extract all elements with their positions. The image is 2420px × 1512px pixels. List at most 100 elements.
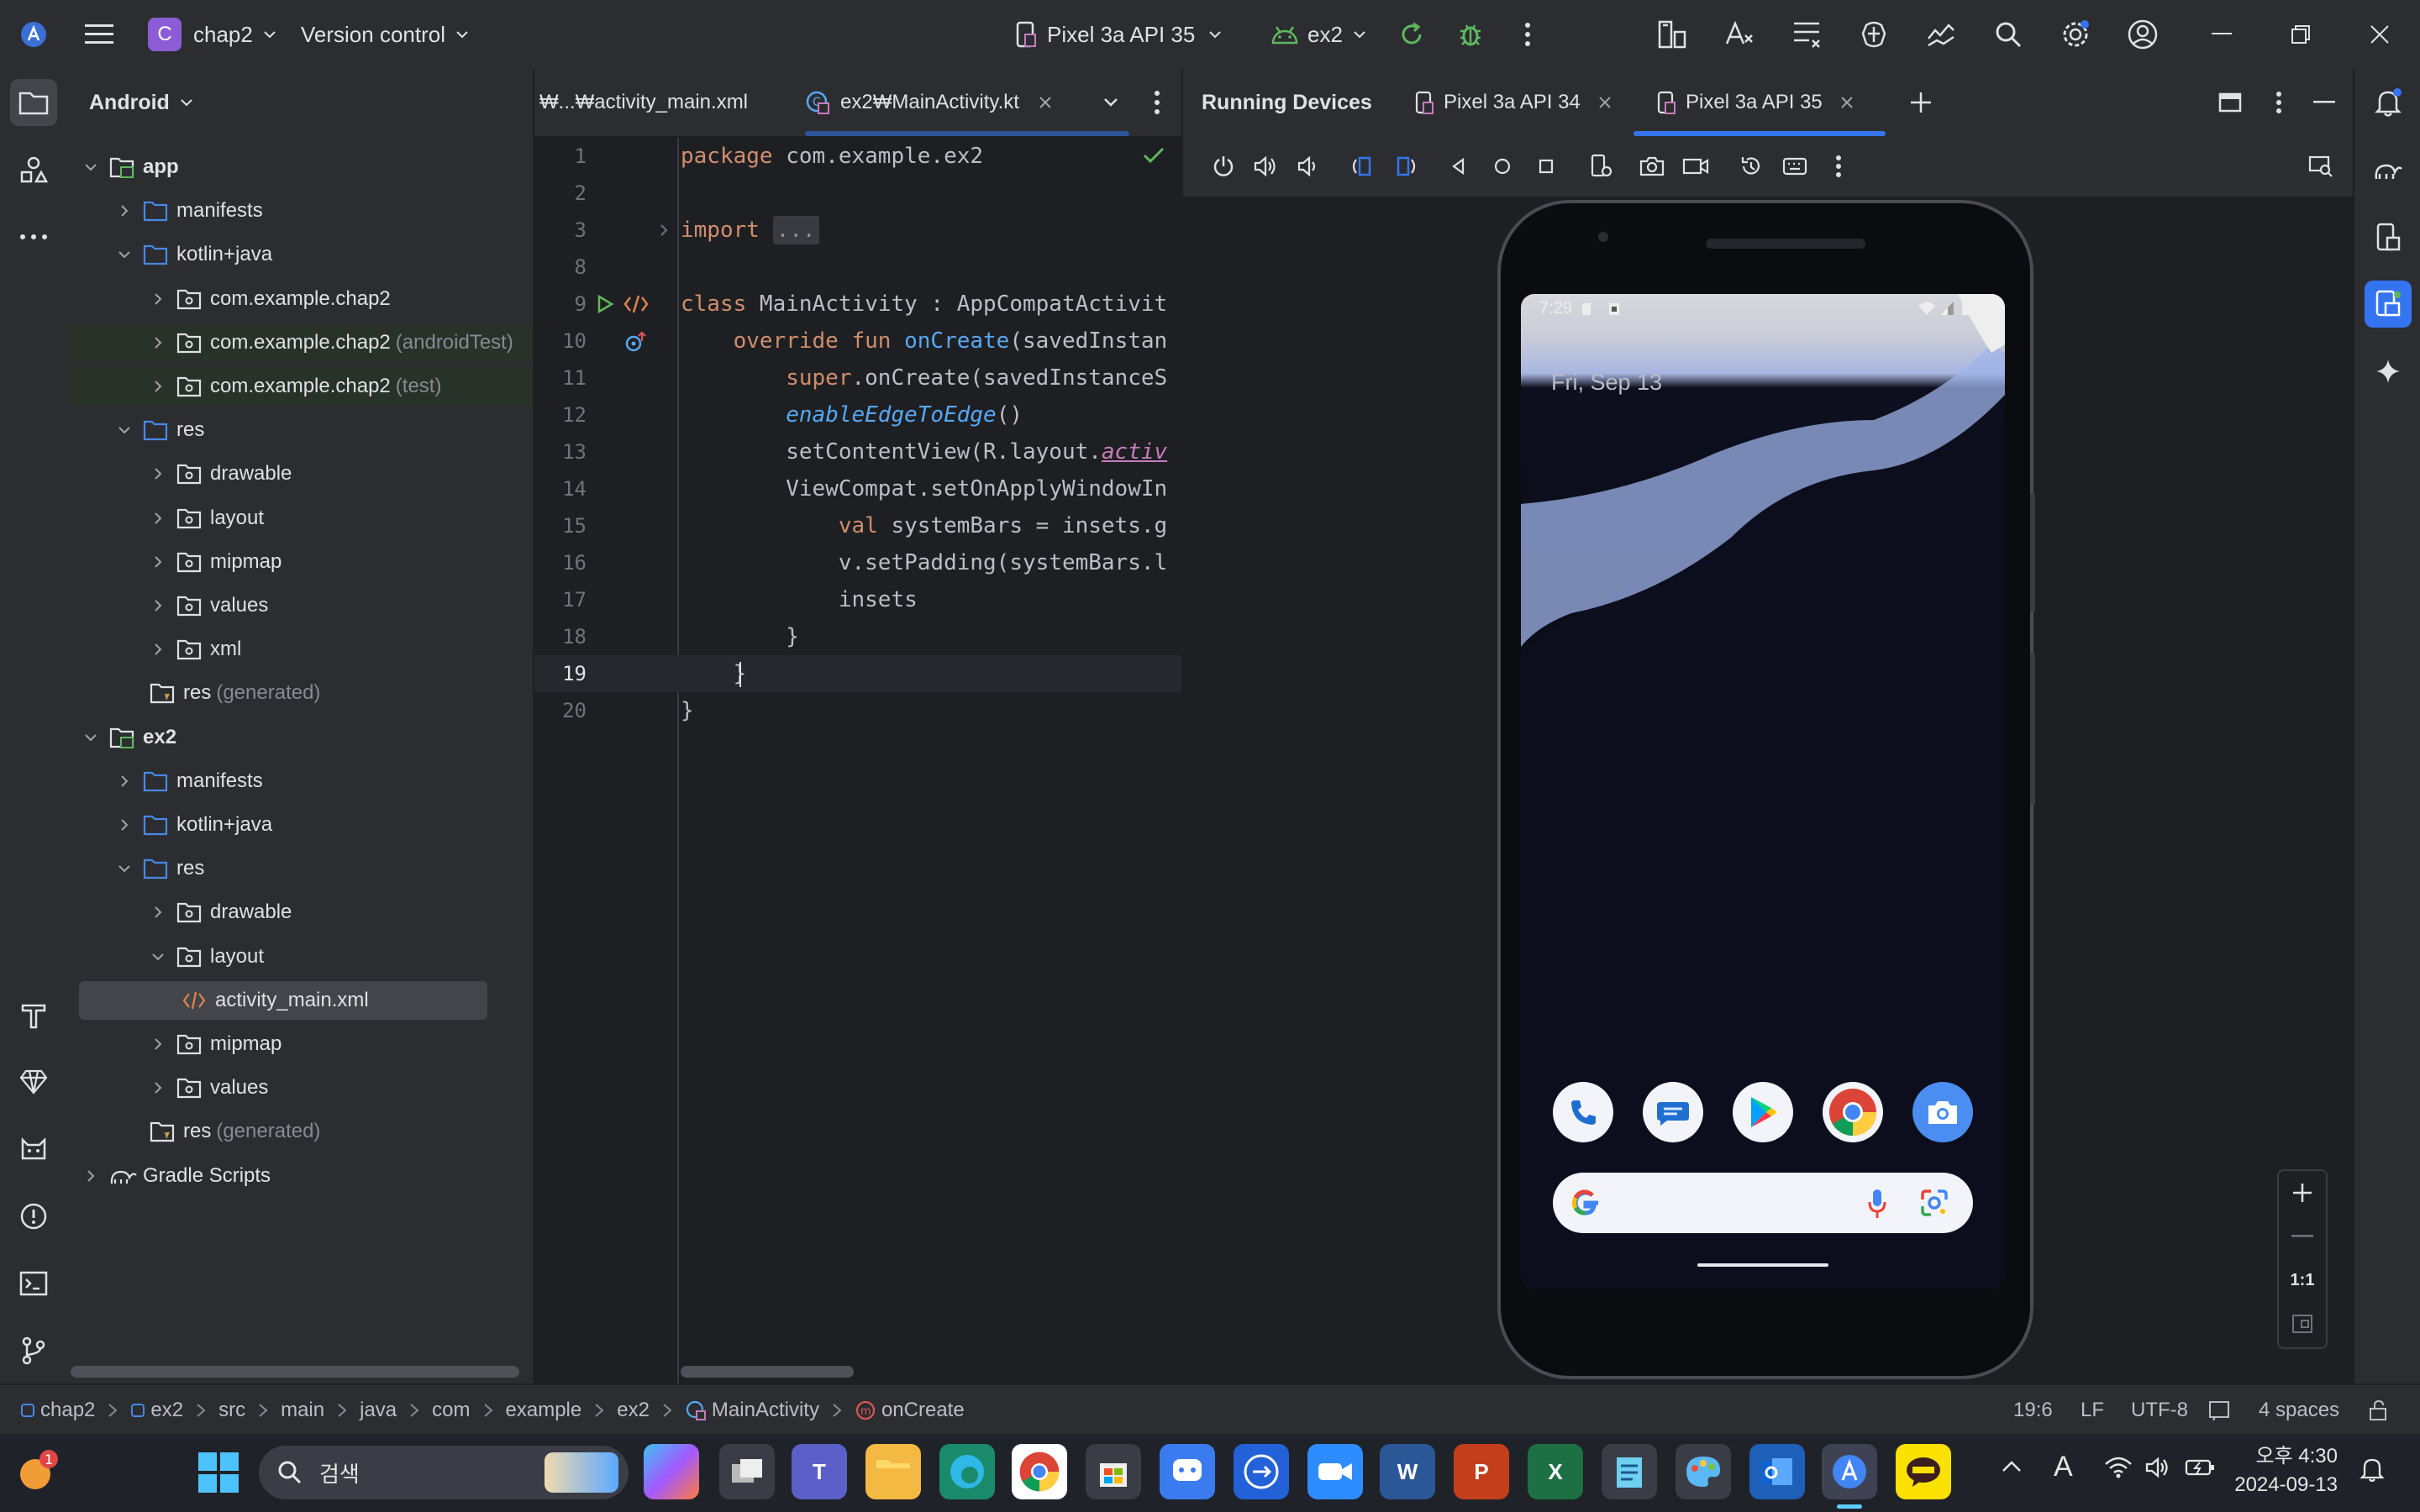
tree-item[interactable]: kotlin+java bbox=[69, 806, 533, 844]
chat-app-icon[interactable] bbox=[1160, 1444, 1215, 1499]
line-separator[interactable]: LF bbox=[2081, 1385, 2104, 1436]
more-actions-icon[interactable] bbox=[1504, 11, 1551, 58]
tree-item[interactable]: layout bbox=[69, 937, 533, 976]
volume-down-icon[interactable] bbox=[1284, 143, 1331, 190]
device-more-icon[interactable] bbox=[1815, 143, 1862, 190]
chrome-app-icon[interactable] bbox=[1823, 1082, 1883, 1142]
file-encoding[interactable]: UTF-8 bbox=[2131, 1385, 2188, 1436]
rerun-icon[interactable] bbox=[1388, 11, 1435, 58]
vcs-selector[interactable]: Version control bbox=[301, 0, 472, 69]
profiler-icon[interactable] bbox=[1918, 11, 1965, 58]
overview-square-icon[interactable] bbox=[1523, 143, 1570, 190]
device-file-explorer-icon[interactable] bbox=[2365, 213, 2412, 260]
chevron-down-icon[interactable] bbox=[148, 947, 168, 967]
project-selector[interactable]: C chap2 bbox=[148, 0, 280, 69]
tab-mainactivity-kt[interactable]: C ex2₩MainActivity.kt bbox=[805, 69, 1053, 136]
breadcrumb-item[interactable]: src bbox=[218, 1399, 245, 1422]
layout-toggle-icon[interactable] bbox=[2207, 79, 2254, 126]
weather-widget[interactable]: 1 bbox=[15, 1449, 62, 1496]
chevron-down-icon[interactable] bbox=[81, 157, 101, 177]
terminal-icon[interactable] bbox=[10, 1260, 57, 1307]
tree-item[interactable]: values bbox=[69, 586, 533, 625]
minimize-icon[interactable] bbox=[2198, 11, 2245, 58]
chevron-right-icon[interactable] bbox=[148, 596, 168, 616]
app-inspection-icon[interactable] bbox=[1850, 11, 1897, 58]
chevron-right-icon[interactable] bbox=[148, 639, 168, 659]
related-xml-icon[interactable] bbox=[623, 294, 649, 314]
editor-hscrollbar[interactable] bbox=[681, 1366, 854, 1378]
breadcrumb-item[interactable]: m onCreate bbox=[855, 1399, 965, 1422]
indent-setting[interactable]: 4 spaces bbox=[2259, 1385, 2339, 1436]
project-view-selector[interactable]: Android bbox=[89, 69, 197, 136]
tree-item[interactable]: manifests bbox=[69, 192, 533, 230]
screenshot-camera-icon[interactable] bbox=[1628, 143, 1676, 190]
debug-icon[interactable] bbox=[1447, 11, 1494, 58]
screen-record-icon[interactable] bbox=[1672, 143, 1719, 190]
notification-center-bell-icon[interactable] bbox=[2360, 1456, 2385, 1483]
outlook-icon[interactable] bbox=[1749, 1444, 1805, 1499]
override-gutter-icon[interactable] bbox=[623, 331, 649, 353]
tree-item[interactable]: drawable bbox=[69, 454, 533, 493]
windows-start-icon[interactable] bbox=[197, 1451, 240, 1494]
remote-desktop-icon[interactable] bbox=[1234, 1444, 1289, 1499]
power-icon[interactable] bbox=[1200, 143, 1247, 190]
tree-item[interactable]: manifests bbox=[69, 762, 533, 801]
breadcrumb-item[interactable]: java bbox=[360, 1399, 397, 1422]
rotate-left-icon[interactable] bbox=[1338, 143, 1385, 190]
close-icon[interactable] bbox=[2356, 11, 2403, 58]
editorconfig-icon[interactable] bbox=[2208, 1385, 2230, 1436]
zoom-actual-size-button[interactable]: 1:1 bbox=[2279, 1258, 2326, 1302]
chevron-down-icon[interactable] bbox=[81, 727, 101, 748]
panel-options-icon[interactable] bbox=[2255, 79, 2302, 126]
chevron-right-icon[interactable] bbox=[148, 552, 168, 572]
fold-expand-icon[interactable] bbox=[657, 223, 671, 237]
excel-icon[interactable]: X bbox=[1528, 1444, 1583, 1499]
volume-up-icon[interactable] bbox=[1242, 143, 1289, 190]
running-devices-icon[interactable] bbox=[2365, 281, 2412, 328]
main-menu-icon[interactable] bbox=[76, 11, 123, 58]
horizontal-scrollbar[interactable] bbox=[71, 1366, 519, 1378]
problems-icon[interactable] bbox=[10, 1193, 57, 1240]
chrome-icon[interactable] bbox=[1012, 1444, 1067, 1499]
close-tab-icon[interactable] bbox=[1038, 95, 1053, 110]
google-search-bar[interactable] bbox=[1553, 1173, 1973, 1233]
device-selector[interactable]: Pixel 3a API 35 bbox=[1015, 0, 1225, 69]
breadcrumb-item[interactable]: ex2 bbox=[130, 1399, 183, 1422]
tree-item[interactable]: ex2 bbox=[69, 718, 533, 757]
chevron-right-icon[interactable] bbox=[148, 333, 168, 353]
android-studio-logo-icon[interactable] bbox=[10, 11, 57, 58]
tree-item[interactable]: app bbox=[69, 148, 533, 186]
google-lens-icon[interactable] bbox=[1919, 1188, 1949, 1218]
chevron-down-icon[interactable] bbox=[114, 244, 134, 265]
device-mirroring-icon[interactable] bbox=[2297, 143, 2344, 190]
gem-icon[interactable] bbox=[10, 1058, 57, 1105]
phone-screen[interactable]: 7:29 Fri, Sep 13 bbox=[1521, 294, 2005, 1289]
restore-icon[interactable] bbox=[2277, 11, 2324, 58]
run-config-selector[interactable]: ex2 bbox=[1270, 0, 1370, 69]
tree-item[interactable]: com.example.chap2 (androidTest) bbox=[69, 323, 533, 362]
chevron-right-icon[interactable] bbox=[81, 1166, 101, 1186]
zoom-fit-icon[interactable] bbox=[2279, 1302, 2326, 1346]
chevron-down-icon[interactable] bbox=[114, 858, 134, 879]
chevron-down-icon[interactable] bbox=[114, 420, 134, 440]
read-only-lock-icon[interactable] bbox=[2368, 1385, 2390, 1436]
system-clock[interactable]: 오후 4:30 2024-09-13 bbox=[2230, 1442, 2338, 1499]
gemini-sparkle-icon[interactable] bbox=[2365, 348, 2412, 395]
settings-gear-icon[interactable] bbox=[2052, 11, 2099, 58]
taskbar-search-box[interactable]: 검색 bbox=[259, 1446, 629, 1499]
device-manager-icon[interactable] bbox=[1649, 11, 1696, 58]
microphone-icon[interactable] bbox=[1867, 1188, 1887, 1220]
phone-app-icon[interactable] bbox=[1553, 1082, 1613, 1142]
tree-item[interactable]: res (generated) bbox=[69, 674, 533, 712]
breadcrumb-item[interactable]: ex2 bbox=[617, 1399, 650, 1422]
layout-inspector-icon[interactable] bbox=[1783, 11, 1830, 58]
home-circle-icon[interactable] bbox=[1479, 143, 1526, 190]
account-icon[interactable] bbox=[2119, 11, 2166, 58]
zoom-meetings-icon[interactable] bbox=[1307, 1444, 1363, 1499]
keyboard-icon[interactable] bbox=[1771, 143, 1818, 190]
no-problems-check-icon[interactable] bbox=[1143, 146, 1165, 165]
tree-item[interactable]: kotlin+java bbox=[69, 235, 533, 274]
input-language-indicator[interactable]: A bbox=[2054, 1451, 2073, 1483]
tree-item[interactable]: mipmap bbox=[69, 1025, 533, 1063]
speaker-volume-icon[interactable] bbox=[2144, 1456, 2171, 1479]
